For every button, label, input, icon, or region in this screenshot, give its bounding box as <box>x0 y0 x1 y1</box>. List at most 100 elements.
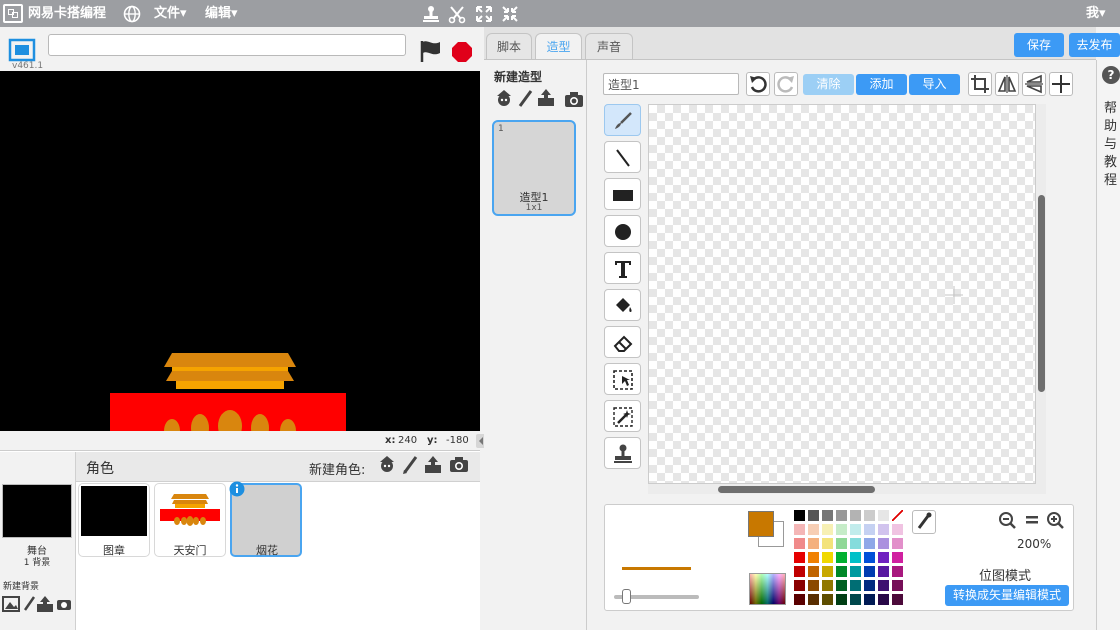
camera-backdrop-icon[interactable] <box>56 597 72 611</box>
palette-swatch[interactable] <box>892 594 903 605</box>
stage-canvas[interactable] <box>0 71 480 431</box>
paint-costume-icon[interactable] <box>517 89 533 109</box>
brush-tool[interactable] <box>604 104 641 136</box>
sprite-info-icon[interactable] <box>229 481 245 497</box>
primary-color-swatch[interactable] <box>748 511 774 537</box>
add-button[interactable]: 添加 <box>856 74 907 95</box>
palette-swatch[interactable] <box>850 552 861 563</box>
palette-swatch[interactable] <box>836 580 847 591</box>
file-menu[interactable]: 文件▾ <box>154 0 187 27</box>
palette-swatch[interactable] <box>878 510 889 521</box>
palette-swatch[interactable] <box>892 580 903 591</box>
palette-swatch[interactable] <box>864 580 875 591</box>
palette-swatch[interactable] <box>836 552 847 563</box>
magic-wand-tool[interactable] <box>604 400 641 432</box>
app-logo-icon[interactable] <box>3 4 23 23</box>
costume-name-input[interactable] <box>603 73 739 95</box>
fullscreen-icon[interactable] <box>8 38 36 62</box>
select-tool[interactable] <box>604 363 641 395</box>
palette-swatch[interactable] <box>794 594 805 605</box>
palette-swatch[interactable] <box>794 510 805 521</box>
palette-swatch[interactable] <box>850 594 861 605</box>
flip-horizontal-button[interactable] <box>995 72 1019 96</box>
eraser-tool[interactable] <box>604 326 641 358</box>
shrink-icon[interactable] <box>500 4 520 24</box>
palette-swatch[interactable] <box>836 566 847 577</box>
palette-swatch[interactable] <box>836 538 847 549</box>
sprite-library-icon[interactable] <box>377 455 397 475</box>
palette-swatch[interactable] <box>808 510 819 521</box>
tab-scripts[interactable]: 脚本 <box>486 33 532 59</box>
text-tool[interactable] <box>604 252 641 284</box>
palette-swatch[interactable] <box>822 594 833 605</box>
palette-swatch[interactable] <box>836 594 847 605</box>
save-button[interactable]: 保存 <box>1014 33 1064 57</box>
palette-swatch[interactable] <box>850 580 861 591</box>
palette-swatch[interactable] <box>878 538 889 549</box>
paint-new-sprite-icon[interactable] <box>401 455 419 475</box>
palette-swatch[interactable] <box>808 552 819 563</box>
paint-backdrop-icon[interactable] <box>22 595 36 613</box>
transparent-swatch[interactable] <box>892 510 903 521</box>
upload-backdrop-icon[interactable] <box>36 595 54 613</box>
globe-icon[interactable] <box>122 4 142 24</box>
ellipse-tool[interactable] <box>604 215 641 247</box>
costume-tile-1[interactable]: 1 造型1 1x1 <box>492 120 576 216</box>
palette-swatch[interactable] <box>878 580 889 591</box>
eyedropper-button[interactable] <box>912 510 936 534</box>
palette-swatch[interactable] <box>822 566 833 577</box>
palette-swatch[interactable] <box>878 594 889 605</box>
upload-sprite-icon[interactable] <box>423 455 443 475</box>
color-palette[interactable] <box>794 510 905 607</box>
color-picker-button[interactable] <box>749 573 786 605</box>
camera-sprite-icon[interactable] <box>449 456 469 474</box>
palette-swatch[interactable] <box>794 566 805 577</box>
paint-canvas[interactable] <box>648 104 1036 484</box>
line-tool[interactable] <box>604 141 641 173</box>
palette-swatch[interactable] <box>808 580 819 591</box>
palette-swatch[interactable] <box>878 552 889 563</box>
help-label[interactable]: 帮助与教程 <box>1104 100 1120 190</box>
palette-swatch[interactable] <box>822 580 833 591</box>
palette-swatch[interactable] <box>892 524 903 535</box>
canvas-horizontal-scroll-thumb[interactable] <box>718 486 875 493</box>
palette-swatch[interactable] <box>864 524 875 535</box>
tab-costumes[interactable]: 造型 <box>535 33 582 61</box>
canvas-vertical-scroll-thumb[interactable] <box>1038 195 1045 392</box>
palette-swatch[interactable] <box>822 538 833 549</box>
palette-swatch[interactable] <box>864 538 875 549</box>
set-center-button[interactable] <box>1049 72 1073 96</box>
palette-swatch[interactable] <box>892 552 903 563</box>
publish-button[interactable]: 去发布 <box>1069 33 1120 57</box>
flip-vertical-button[interactable] <box>1022 72 1046 96</box>
scissors-delete-icon[interactable] <box>447 4 467 24</box>
undo-button[interactable] <box>746 72 770 96</box>
palette-swatch[interactable] <box>850 524 861 535</box>
app-name[interactable]: 网易卡搭编程 <box>28 0 106 27</box>
fill-tool[interactable] <box>604 289 641 321</box>
palette-swatch[interactable] <box>892 538 903 549</box>
stage-thumbnail[interactable] <box>2 484 72 538</box>
palette-swatch[interactable] <box>808 566 819 577</box>
palette-swatch[interactable] <box>836 510 847 521</box>
palette-swatch[interactable] <box>822 552 833 563</box>
palette-swatch[interactable] <box>864 566 875 577</box>
palette-swatch[interactable] <box>822 510 833 521</box>
import-button[interactable]: 导入 <box>909 74 960 95</box>
palette-swatch[interactable] <box>864 510 875 521</box>
edit-menu[interactable]: 编辑▾ <box>205 0 238 27</box>
palette-swatch[interactable] <box>822 524 833 535</box>
user-menu[interactable]: 我▾ <box>1086 0 1106 27</box>
zoom-in-icon[interactable] <box>1046 511 1066 529</box>
sprite-tile-tiananmen[interactable]: 天安门 <box>154 483 226 557</box>
stop-icon[interactable] <box>451 41 473 63</box>
redo-button[interactable] <box>774 72 798 96</box>
palette-swatch[interactable] <box>794 524 805 535</box>
palette-swatch[interactable] <box>850 510 861 521</box>
palette-swatch[interactable] <box>808 538 819 549</box>
green-flag-icon[interactable] <box>418 38 442 64</box>
project-title-input[interactable] <box>48 34 406 56</box>
stamp-tool[interactable] <box>604 437 641 469</box>
palette-swatch[interactable] <box>794 552 805 563</box>
crop-button[interactable] <box>968 72 992 96</box>
